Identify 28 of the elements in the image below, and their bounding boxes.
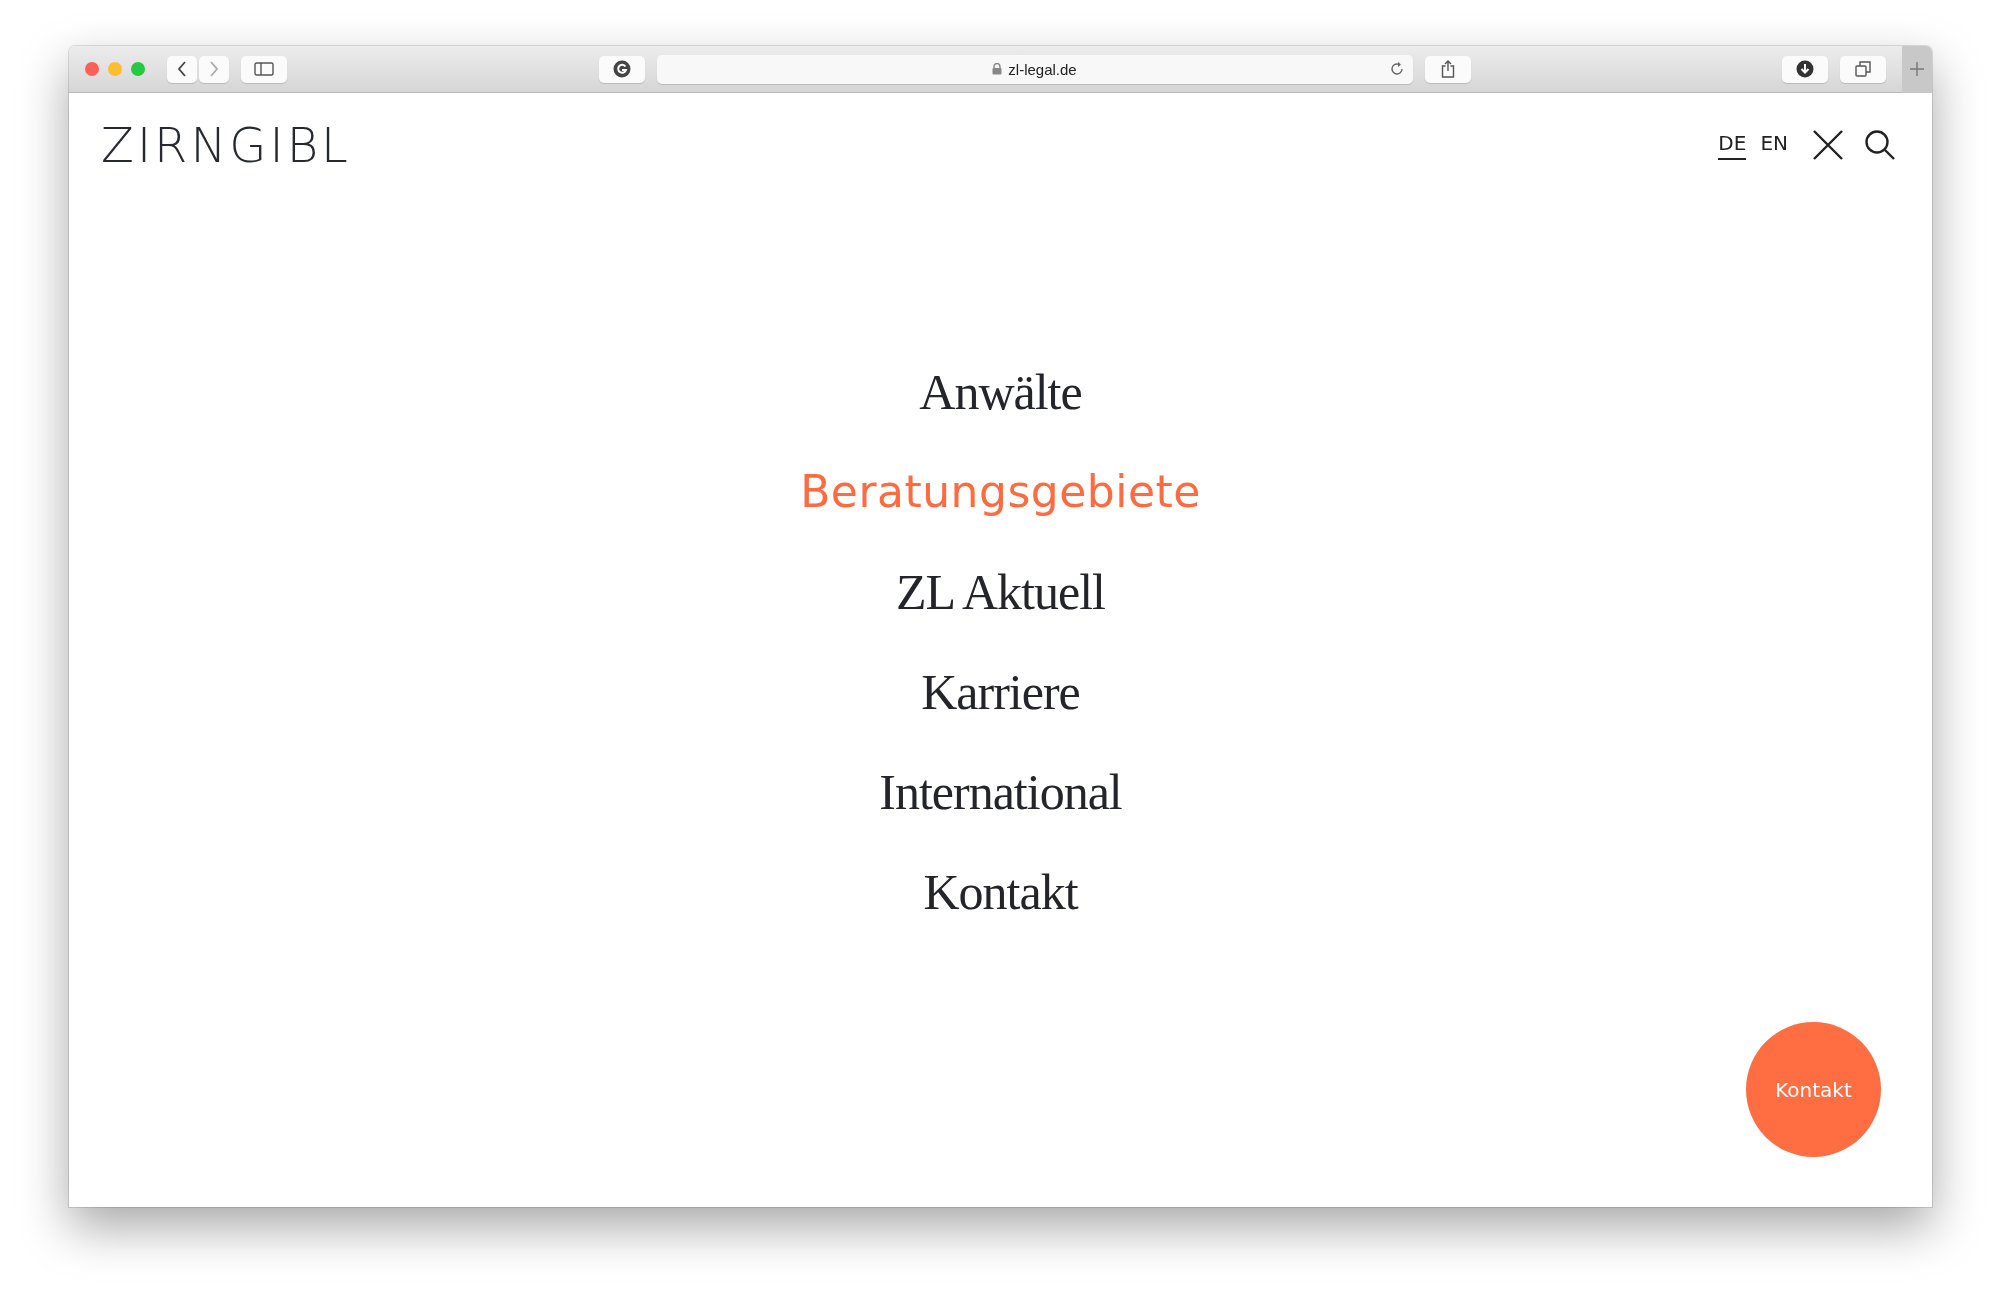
menu-link[interactable]: Karriere: [921, 642, 1080, 742]
url-text: zl-legal.de: [1008, 60, 1077, 78]
share-button[interactable]: [1424, 55, 1471, 83]
extension-button[interactable]: [598, 55, 645, 83]
menu-link[interactable]: Anwälte: [919, 342, 1082, 442]
share-icon: [1440, 60, 1455, 78]
menu-link[interactable]: Kontakt: [923, 842, 1078, 942]
close-icon[interactable]: [1812, 129, 1844, 161]
g-circle-icon: [612, 60, 631, 78]
chevron-left-icon: [177, 61, 187, 77]
back-button[interactable]: [167, 55, 197, 83]
reload-icon[interactable]: [1388, 60, 1405, 77]
tabs-icon: [1855, 61, 1871, 77]
language-link[interactable]: DE: [1718, 130, 1747, 160]
menu-link[interactable]: ZL Aktuell: [896, 542, 1105, 642]
search-icon[interactable]: [1864, 129, 1896, 161]
site-logo[interactable]: ZIRNGIBL: [101, 117, 351, 173]
plus-icon: [1909, 61, 1925, 77]
chevron-right-icon: [209, 61, 219, 77]
language-link[interactable]: EN: [1760, 130, 1788, 160]
address-bar[interactable]: zl-legal.de: [656, 54, 1413, 84]
menu-link[interactable]: International: [879, 742, 1122, 842]
downloads-button[interactable]: [1782, 55, 1828, 83]
lock-icon: [992, 63, 1003, 75]
sidebar-icon: [254, 62, 274, 76]
sidebar-button[interactable]: [241, 55, 287, 83]
tabs-button[interactable]: [1840, 55, 1886, 83]
download-icon: [1796, 60, 1814, 78]
